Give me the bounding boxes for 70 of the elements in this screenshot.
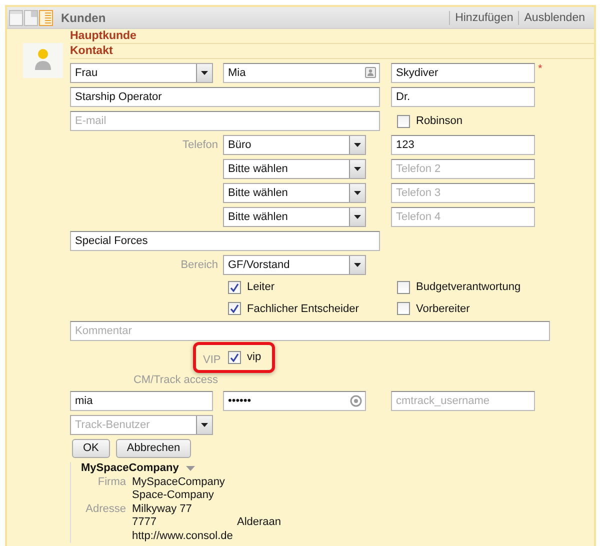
input-field[interactable]: cmtrack_username [391,391,535,411]
cancel-button[interactable]: Abbrechen [116,439,192,458]
window-icon [9,10,23,26]
checkbox[interactable] [228,280,241,294]
input-field[interactable]: 123 [391,135,535,155]
field-label: VIP [203,353,222,368]
input-field[interactable]: mia [70,391,213,411]
field-value: MySpaceCompany [132,476,225,489]
input-field[interactable]: Telefon 4 [391,207,535,227]
input-field[interactable]: E-mail [70,111,380,131]
field-label: CM/Track access [133,374,218,386]
caret-icon [354,215,361,219]
input-field[interactable]: Telefon 2 [391,159,535,179]
field-label: Bereich [180,258,218,271]
caret-icon [354,167,361,171]
list-icon [39,10,53,26]
input-field[interactable]: Dr. [391,87,535,107]
section-heading: Hauptkunde [70,29,594,44]
field-value: 7777 [132,516,158,530]
input-field[interactable]: Starship Operator [70,87,380,107]
checkbox[interactable] [397,114,410,128]
company-name: MySpaceCompany [81,462,179,476]
input-field[interactable]: Skydiver [391,63,535,83]
ok-button[interactable]: OK [72,439,110,458]
checkbox-label: Robinson [416,114,462,129]
checkbox-label: Leiter [247,280,275,295]
avatar-icon [23,43,63,78]
window-icon [24,10,38,26]
header-link[interactable]: Ausblenden [518,10,590,24]
input-field[interactable]: Special Forces [70,231,380,251]
field-value: Alderaan [237,516,282,530]
field-value: Space-Company [132,489,214,502]
password-field[interactable]: •••••• [223,391,366,411]
panel-title: Kunden [61,10,106,26]
contact-card-icon [365,67,376,78]
required-mark: * [538,62,542,77]
check-icon [230,353,239,362]
field-label: Telefon [182,138,218,151]
field-label: Adresse [86,502,126,514]
input-field[interactable]: Kommentar [70,321,550,341]
input-field[interactable]: Mia [223,63,380,83]
check-icon [230,282,239,292]
caret-icon [354,191,361,195]
checkbox[interactable] [228,351,241,364]
dropdown[interactable]: Bitte wählen [223,183,366,203]
input-field[interactable]: Telefon 3 [391,183,535,203]
refresh-icon [350,395,362,407]
checkbox-label: Fachlicher Entscheider [247,302,359,316]
caret-icon [201,71,208,75]
checkbox-label: Vorbereiter [416,302,470,316]
dropdown[interactable]: GF/Vorstand [223,255,366,275]
caret-icon [354,143,361,147]
caret-icon [354,263,361,267]
dropdown[interactable]: Büro [223,135,366,155]
checkbox[interactable] [228,302,241,316]
dropdown[interactable]: Bitte wählen [223,207,366,227]
section-heading: Kontakt [70,44,594,59]
dropdown[interactable]: Bitte wählen [223,159,366,179]
field-value: Milkyway 77 [132,502,192,516]
caret-icon [201,423,208,427]
checkbox-label: Budgetverantwortung [416,280,521,295]
checkbox[interactable] [397,302,410,316]
header-link[interactable]: Hinzufügen [449,10,518,24]
field-label: Firma [98,476,126,488]
check-icon [230,304,239,314]
caret-icon [186,466,195,472]
field-value: http://www.consol.de [132,530,233,543]
dropdown[interactable]: Frau [70,63,213,83]
checkbox-label: vip [247,350,262,366]
checkbox[interactable] [397,280,410,294]
